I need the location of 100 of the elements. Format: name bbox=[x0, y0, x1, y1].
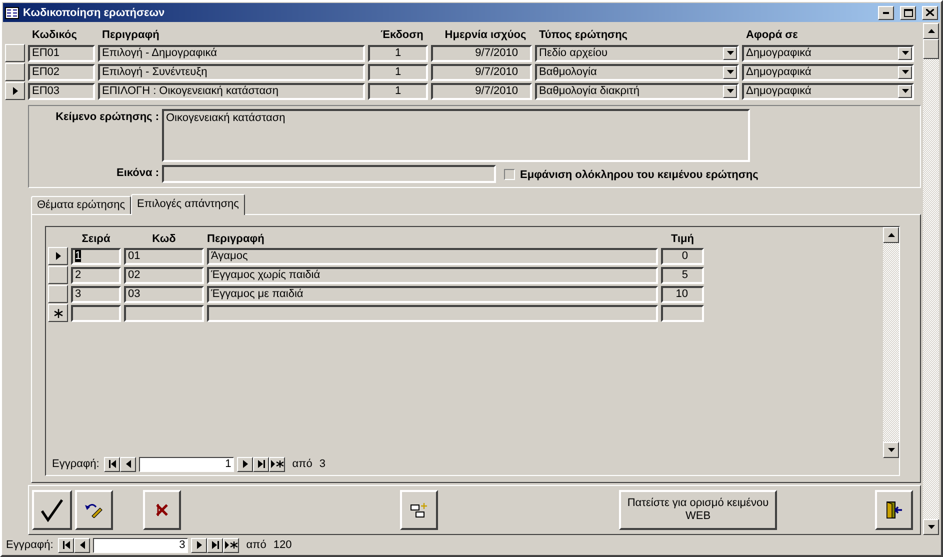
maximize-button[interactable] bbox=[900, 6, 916, 20]
of-label: από bbox=[292, 458, 312, 470]
description-field[interactable] bbox=[207, 304, 658, 322]
date-field[interactable]: 9/7/2010 bbox=[431, 82, 532, 100]
value-field[interactable]: 5 bbox=[661, 266, 704, 284]
vertical-scrollbar[interactable] bbox=[883, 226, 899, 476]
current-record-icon bbox=[12, 87, 18, 96]
record-label: Εγγραφή: bbox=[6, 539, 54, 551]
concerns-dropdown[interactable]: Δημογραφικά bbox=[742, 64, 914, 81]
code-field[interactable]: ΕΠ03 bbox=[28, 82, 95, 100]
last-record-button[interactable] bbox=[253, 456, 270, 472]
first-record-button[interactable] bbox=[104, 456, 120, 472]
record-selector[interactable] bbox=[48, 247, 68, 266]
next-record-button[interactable] bbox=[237, 456, 254, 472]
dropdown-arrow-button[interactable] bbox=[723, 84, 737, 98]
record-selector[interactable] bbox=[48, 285, 68, 304]
version-field[interactable]: 1 bbox=[368, 82, 428, 100]
next-record-button[interactable] bbox=[191, 538, 208, 552]
date-field[interactable]: 9/7/2010 bbox=[431, 44, 532, 62]
new-record-button[interactable] bbox=[269, 456, 286, 472]
image-field[interactable] bbox=[162, 164, 496, 183]
delete-button[interactable] bbox=[143, 490, 181, 530]
record-number-field[interactable]: 1 bbox=[139, 456, 234, 472]
version-field[interactable]: 1 bbox=[368, 64, 428, 81]
next-icon bbox=[242, 460, 248, 468]
dropdown-arrow-button[interactable] bbox=[898, 84, 912, 98]
previous-record-button[interactable] bbox=[74, 538, 90, 552]
dropdown-arrow-button[interactable] bbox=[723, 46, 737, 60]
value-field[interactable]: 10 bbox=[661, 286, 704, 303]
code-field[interactable]: 02 bbox=[124, 266, 204, 284]
record-selector[interactable] bbox=[5, 63, 25, 82]
new-record-icon bbox=[224, 541, 238, 549]
order-field[interactable] bbox=[71, 304, 121, 322]
new-record-selector[interactable] bbox=[48, 304, 68, 322]
record-selector[interactable] bbox=[5, 44, 25, 62]
value-field[interactable] bbox=[661, 304, 704, 322]
code-field[interactable] bbox=[124, 304, 204, 322]
previous-record-button[interactable] bbox=[120, 456, 136, 472]
question-text-field[interactable]: Οικογενειακή κατάσταση bbox=[162, 108, 750, 162]
order-field[interactable]: 2 bbox=[71, 266, 121, 284]
down-arrow-icon bbox=[902, 70, 908, 74]
order-field[interactable]: 1 bbox=[71, 248, 121, 265]
down-arrow-icon bbox=[902, 51, 908, 56]
last-icon bbox=[212, 541, 219, 549]
first-record-button[interactable] bbox=[58, 538, 74, 552]
record-count: 3 bbox=[319, 458, 326, 470]
up-arrow-icon bbox=[928, 29, 934, 33]
description-field[interactable]: Έγγαμος χωρίς παιδιά bbox=[207, 266, 658, 284]
question-type-dropdown[interactable]: Βαθμολογία bbox=[535, 64, 739, 81]
dropdown-arrow-button[interactable] bbox=[898, 46, 912, 60]
concerns-dropdown[interactable]: Δημογραφικά bbox=[742, 82, 914, 100]
value-field[interactable]: 0 bbox=[661, 248, 704, 265]
current-record-icon bbox=[56, 252, 60, 260]
record-selector[interactable] bbox=[48, 266, 68, 284]
date-field[interactable]: 9/7/2010 bbox=[431, 64, 532, 81]
order-field[interactable]: 3 bbox=[71, 286, 121, 303]
scrollbar-thumb[interactable] bbox=[923, 39, 939, 59]
question-type-dropdown[interactable]: Βαθμολογία διακριτή bbox=[535, 82, 739, 100]
web-text-button[interactable]: Πατείστε για ορισμό κειμένου WEB bbox=[619, 490, 777, 530]
exit-button[interactable] bbox=[875, 490, 913, 530]
undo-button[interactable] bbox=[75, 490, 113, 530]
form-icon bbox=[5, 6, 19, 18]
boxes-icon bbox=[410, 502, 428, 518]
tab[interactable]: Θέματα ερώτησης bbox=[31, 196, 132, 214]
column-header: Κωδικός bbox=[31, 28, 78, 41]
code-field[interactable]: 03 bbox=[124, 286, 204, 303]
undo-pencil-icon bbox=[84, 502, 104, 518]
description-field[interactable]: ΕΠΙΛΟΓΗ : Οικογενειακή κατάσταση bbox=[98, 82, 365, 100]
tab[interactable]: Επιλογές απάντησης bbox=[131, 194, 245, 215]
code-field[interactable]: ΕΠ02 bbox=[28, 64, 95, 81]
find-button[interactable] bbox=[400, 490, 438, 530]
record-label: Εγγραφή: bbox=[52, 458, 100, 470]
dropdown-arrow-button[interactable] bbox=[723, 66, 737, 79]
column-header: Σειρά bbox=[80, 232, 112, 245]
last-record-button[interactable] bbox=[207, 538, 224, 552]
code-field[interactable]: ΕΠ01 bbox=[28, 44, 95, 62]
description-field[interactable]: Άγαμος bbox=[207, 248, 658, 265]
code-field[interactable]: 01 bbox=[124, 248, 204, 265]
column-header: Έκδοση bbox=[380, 28, 424, 41]
dropdown-arrow-button[interactable] bbox=[898, 66, 912, 79]
close-button[interactable] bbox=[922, 6, 938, 20]
version-field[interactable]: 1 bbox=[368, 44, 428, 62]
concerns-dropdown[interactable]: Δημογραφικά bbox=[742, 44, 914, 62]
previous-icon bbox=[126, 460, 131, 468]
description-field[interactable]: Επιλογή - Συνέντευξη bbox=[98, 64, 365, 81]
last-icon bbox=[258, 460, 265, 468]
description-field[interactable]: Έγγαμος με παιδιά bbox=[207, 286, 658, 303]
first-icon bbox=[108, 460, 116, 468]
minimize-button[interactable] bbox=[878, 6, 894, 20]
vertical-scrollbar[interactable] bbox=[923, 23, 939, 535]
record-selector[interactable] bbox=[5, 82, 25, 100]
new-record-button[interactable] bbox=[223, 538, 240, 552]
down-arrow-icon bbox=[902, 89, 908, 94]
down-arrow-icon bbox=[726, 70, 734, 74]
question-type-dropdown[interactable]: Πεδίο αρχείου bbox=[535, 44, 739, 62]
close-icon bbox=[926, 9, 934, 16]
description-field[interactable]: Επιλογή - Δημογραφικά bbox=[98, 44, 365, 62]
save-button[interactable] bbox=[32, 490, 72, 530]
record-number-field[interactable]: 3 bbox=[93, 538, 188, 552]
show-full-text-checkbox[interactable] bbox=[504, 169, 515, 180]
